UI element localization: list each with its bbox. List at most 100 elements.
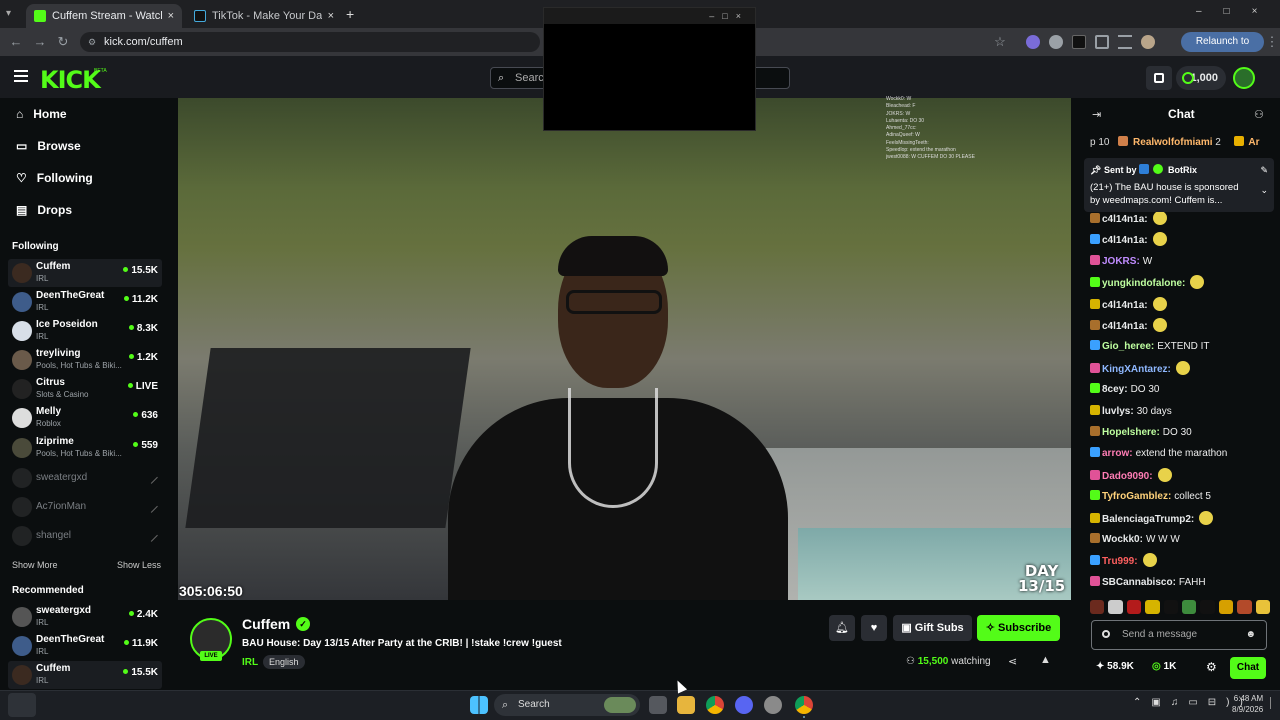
kick-points-count[interactable]: ✦ 58.9K bbox=[1096, 661, 1134, 672]
reload-icon[interactable]: ↻ bbox=[55, 34, 71, 50]
profile-avatar-icon[interactable] bbox=[1141, 35, 1155, 49]
hamburger-menu-icon[interactable] bbox=[14, 70, 28, 82]
report-icon[interactable]: ▲ bbox=[1040, 654, 1051, 666]
streamer-name[interactable]: Cuffem bbox=[242, 616, 290, 632]
sidebar-item-home[interactable]: ⌂ Home bbox=[16, 104, 67, 124]
address-bar[interactable]: ⚙ kick.com/cuffem bbox=[80, 32, 540, 52]
channel-points-count[interactable]: ◎ 1K bbox=[1152, 661, 1176, 672]
show-desktop-button[interactable] bbox=[1270, 697, 1276, 709]
chat-username[interactable]: Dado9090: bbox=[1102, 471, 1153, 482]
following-channel[interactable]: Melly Roblox 636 bbox=[8, 404, 162, 432]
extension-icon[interactable] bbox=[1072, 35, 1086, 49]
following-channel[interactable]: Ice Poseidon IRL 8.3K bbox=[8, 317, 162, 345]
emote-bar[interactable] bbox=[1090, 600, 1271, 616]
following-channel-offline[interactable]: shangel bbox=[8, 522, 162, 550]
tab-tiktok[interactable]: TikTok - Make Your Day × bbox=[186, 4, 342, 28]
chat-username[interactable]: Wockk0: bbox=[1102, 534, 1143, 545]
extensions-puzzle-icon[interactable] bbox=[1095, 35, 1109, 49]
steam-icon[interactable] bbox=[764, 696, 782, 714]
recommended-channel[interactable]: Cuffem IRL 15.5K bbox=[8, 661, 162, 689]
emoji-picker-icon[interactable]: ☻ bbox=[1245, 621, 1256, 649]
taskbar-search[interactable]: ⌕ Search bbox=[494, 694, 640, 716]
language-tag[interactable]: English bbox=[263, 655, 305, 669]
window-controls[interactable]: –□× bbox=[1196, 6, 1279, 17]
chat-username[interactable]: yungkindofalone: bbox=[1102, 278, 1185, 289]
following-channel[interactable]: DeenTheGreat IRL 11.2K bbox=[8, 288, 162, 316]
following-channel[interactable]: Citrus Slots & Casino LIVE bbox=[8, 375, 162, 403]
emote-icon[interactable] bbox=[1237, 600, 1252, 614]
share-icon[interactable]: ⋖ bbox=[1008, 655, 1017, 668]
emote-icon[interactable] bbox=[1126, 600, 1142, 614]
chrome-active-icon[interactable] bbox=[795, 696, 813, 714]
chat-username[interactable]: Gio_heree: bbox=[1102, 341, 1154, 352]
emote-icon[interactable] bbox=[1255, 600, 1271, 614]
back-icon[interactable]: ← bbox=[8, 34, 24, 50]
chat-username[interactable]: c4l14n1a: bbox=[1102, 235, 1148, 246]
unpin-icon[interactable]: ✎ bbox=[1260, 164, 1268, 177]
picture-in-picture-window[interactable]: –□× bbox=[543, 7, 756, 131]
browser-menu-kebab-icon[interactable]: ⋮ bbox=[1264, 34, 1280, 50]
emote-icon[interactable] bbox=[1090, 600, 1105, 614]
emote-icon[interactable] bbox=[1108, 600, 1123, 614]
pip-window-controls[interactable]: –□× bbox=[544, 8, 755, 24]
emote-icon[interactable] bbox=[1145, 600, 1160, 614]
chat-username[interactable]: c4l14n1a: bbox=[1102, 321, 1148, 332]
kick-points-button[interactable]: 1,000 bbox=[1176, 66, 1226, 90]
emote-icon[interactable] bbox=[1200, 600, 1215, 614]
tab-close-icon[interactable]: × bbox=[168, 10, 174, 22]
sidebar-item-following[interactable]: ♡ Following bbox=[16, 168, 93, 188]
chat-username[interactable]: Tru999: bbox=[1102, 556, 1138, 567]
following-channel[interactable]: Iziprime Pools, Hot Tubs & Biki... 559 bbox=[8, 434, 162, 462]
emote-icon[interactable] bbox=[1163, 600, 1179, 614]
chat-username[interactable]: c4l14n1a: bbox=[1102, 300, 1148, 311]
chat-send-button[interactable]: Chat bbox=[1230, 657, 1266, 679]
windows-start-icon[interactable] bbox=[470, 696, 488, 714]
chat-username[interactable]: Hopelshere: bbox=[1102, 427, 1160, 438]
show-more-button[interactable]: Show More bbox=[12, 560, 58, 570]
chat-badge-icon[interactable] bbox=[1102, 630, 1110, 638]
stream-category[interactable]: IRL bbox=[242, 657, 258, 668]
expand-chevron-down-icon[interactable]: ⌄ bbox=[1260, 184, 1268, 197]
relaunch-button[interactable]: Relaunch to update bbox=[1181, 32, 1264, 67]
gifter-name[interactable]: Ar bbox=[1248, 137, 1259, 148]
extension-icon[interactable] bbox=[1049, 35, 1063, 49]
emote-icon[interactable] bbox=[1218, 600, 1234, 614]
file-explorer-icon[interactable] bbox=[677, 696, 695, 714]
chat-users-icon[interactable]: ⚇ bbox=[1254, 108, 1264, 121]
chat-username[interactable]: 8cey: bbox=[1102, 384, 1128, 395]
chat-username[interactable]: luvlys: bbox=[1102, 406, 1134, 417]
taskbar-clock[interactable]: 6:48 AM 8/9/2026 bbox=[1232, 693, 1263, 715]
discord-icon[interactable] bbox=[735, 696, 753, 714]
collapse-chat-icon[interactable]: ⇥ bbox=[1092, 108, 1101, 121]
subscribe-button[interactable]: ✧ Subscribe bbox=[977, 615, 1060, 641]
task-view-icon[interactable] bbox=[649, 696, 667, 714]
show-less-button[interactable]: Show Less bbox=[117, 560, 161, 570]
user-avatar[interactable] bbox=[1233, 67, 1255, 89]
gift-subs-button[interactable]: ▣ Gift Subs bbox=[893, 615, 972, 641]
forward-icon[interactable]: → bbox=[32, 34, 48, 50]
chat-username[interactable]: TyfroGamblez: bbox=[1102, 491, 1171, 502]
gifter-name[interactable]: Realwolfofmiami bbox=[1133, 137, 1212, 148]
following-channel-offline[interactable]: sweatergxd bbox=[8, 464, 162, 492]
notification-bell-icon[interactable]: 🔔︎ bbox=[829, 615, 855, 641]
chat-username[interactable]: KingXAntarez: bbox=[1102, 364, 1171, 375]
following-channel-offline[interactable]: Ac7ionMan bbox=[8, 493, 162, 521]
sidebar-item-browse[interactable]: ▭ Browse bbox=[16, 136, 81, 156]
recommended-channel[interactable]: sweatergxd IRL 2.4K bbox=[8, 603, 162, 631]
taskbar-widget-icon[interactable] bbox=[8, 693, 36, 717]
following-channel[interactable]: Cuffem IRL 15.5K bbox=[8, 259, 162, 287]
extension-icon[interactable] bbox=[1026, 35, 1040, 49]
recommended-channel[interactable]: DeenTheGreat IRL 11.9K bbox=[8, 632, 162, 660]
emote-icon[interactable] bbox=[1182, 600, 1197, 614]
follow-heart-icon[interactable]: ♥ bbox=[861, 615, 887, 641]
chat-username[interactable]: c4l14n1a: bbox=[1102, 214, 1148, 225]
chat-username[interactable]: arrow: bbox=[1102, 448, 1133, 459]
chat-username[interactable]: JOKRS: bbox=[1102, 256, 1140, 267]
chat-message-input[interactable]: Send a message ☻ bbox=[1091, 620, 1267, 650]
tab-close-icon[interactable]: × bbox=[328, 10, 334, 22]
chat-username[interactable]: BalenciagaTrump2: bbox=[1102, 514, 1194, 525]
kick-logo[interactable]: KICK bbox=[40, 66, 101, 94]
browser-menu-icon[interactable]: ▾ bbox=[6, 6, 22, 22]
sidebar-item-drops[interactable]: ▤ Drops bbox=[16, 200, 72, 220]
reading-list-icon[interactable] bbox=[1118, 35, 1132, 49]
